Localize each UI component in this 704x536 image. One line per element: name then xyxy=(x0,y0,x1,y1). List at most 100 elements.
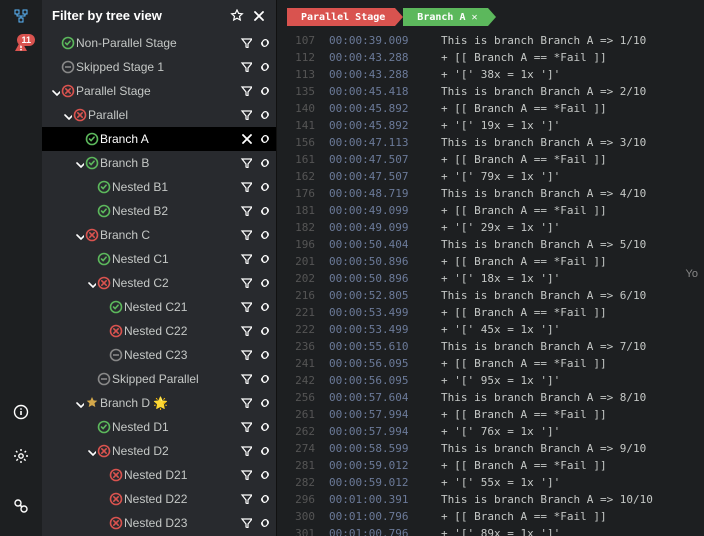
link-icon[interactable] xyxy=(258,204,270,219)
log-panel: Parallel Stage Branch A✕ 10700:00:39.009T… xyxy=(277,0,704,536)
link-icon[interactable] xyxy=(258,132,270,147)
filter-icon[interactable] xyxy=(240,444,252,459)
line-number: 300 xyxy=(287,508,315,525)
tree-body[interactable]: Non-Parallel StageSkipped Stage 1Paralle… xyxy=(42,31,276,536)
filter-icon[interactable] xyxy=(240,516,252,531)
filter-icon[interactable] xyxy=(240,396,252,411)
breadcrumb-segment[interactable]: Parallel Stage xyxy=(287,8,395,26)
link-icon[interactable] xyxy=(258,276,270,291)
tree-row[interactable]: Nested C22 xyxy=(42,319,276,343)
tree-row[interactable]: Nested D2 xyxy=(42,439,276,463)
link-icon[interactable] xyxy=(258,108,270,123)
tree-item-label: Nested D23 xyxy=(124,516,240,530)
tree-row[interactable]: Parallel xyxy=(42,103,276,127)
alerts-icon[interactable]: 11 xyxy=(13,38,29,68)
link-icon[interactable] xyxy=(258,84,270,99)
line-number: 241 xyxy=(287,355,315,372)
filter-icon[interactable] xyxy=(240,420,252,435)
tree-row[interactable]: Branch C xyxy=(42,223,276,247)
chevron-down-icon[interactable] xyxy=(74,158,84,168)
tree-row[interactable]: Nested D23 xyxy=(42,511,276,535)
log-output[interactable]: 10700:00:39.009This is branch Branch A =… xyxy=(287,32,694,536)
link-icon[interactable] xyxy=(258,228,270,243)
link-icon[interactable] xyxy=(258,252,270,267)
line-number: 107 xyxy=(287,32,315,49)
line-number: 301 xyxy=(287,525,315,536)
tree-row[interactable]: Nested D21 xyxy=(42,463,276,487)
filter-icon[interactable] xyxy=(240,36,252,51)
tree-row[interactable]: Skipped Stage 1 xyxy=(42,55,276,79)
filter-icon[interactable] xyxy=(240,60,252,75)
close-icon[interactable] xyxy=(240,132,252,147)
line-number: 274 xyxy=(287,440,315,457)
filter-icon[interactable] xyxy=(240,156,252,171)
filter-icon[interactable] xyxy=(240,204,252,219)
link-icon[interactable] xyxy=(258,60,270,75)
close-icon[interactable]: ✕ xyxy=(471,12,477,23)
filter-icon[interactable] xyxy=(240,180,252,195)
chevron-down-icon[interactable] xyxy=(86,278,96,288)
tree-row[interactable]: Nested C2 xyxy=(42,271,276,295)
link-icon[interactable] xyxy=(258,516,270,531)
gear-icon[interactable] xyxy=(13,448,29,478)
tree-row[interactable]: Nested C21 xyxy=(42,295,276,319)
chevron-down-icon[interactable] xyxy=(74,398,84,408)
log-line: 16100:00:47.507+ [[ Branch A == *Fail ]] xyxy=(287,151,694,168)
log-message: + '[' 45x = 1x ']' xyxy=(441,321,560,338)
link-icon[interactable] xyxy=(258,156,270,171)
log-message: + '[' 76x = 1x ']' xyxy=(441,423,560,440)
status-fail-icon xyxy=(60,84,76,98)
log-message: This is branch Branch A => 1/10 xyxy=(441,32,646,49)
tree-row[interactable]: Nested D1 xyxy=(42,415,276,439)
star-icon[interactable] xyxy=(230,9,244,23)
link-icon[interactable] xyxy=(258,300,270,315)
tree-row[interactable]: Nested D22 xyxy=(42,487,276,511)
tree-row[interactable]: Skipped Parallel xyxy=(42,367,276,391)
link-icon[interactable] xyxy=(258,492,270,507)
link-chain-icon[interactable] xyxy=(13,498,29,528)
tree-row[interactable]: Branch A xyxy=(42,127,276,151)
filter-icon[interactable] xyxy=(240,276,252,291)
link-icon[interactable] xyxy=(258,444,270,459)
tree-row[interactable]: Nested C1 xyxy=(42,247,276,271)
filter-icon[interactable] xyxy=(240,84,252,99)
timestamp: 00:00:43.288 xyxy=(329,49,427,66)
filter-icon[interactable] xyxy=(240,300,252,315)
tree-row[interactable]: Branch B xyxy=(42,151,276,175)
timestamp: 00:00:56.095 xyxy=(329,355,427,372)
filter-icon[interactable] xyxy=(240,492,252,507)
link-icon[interactable] xyxy=(258,348,270,363)
link-icon[interactable] xyxy=(258,180,270,195)
chevron-down-icon[interactable] xyxy=(86,446,96,456)
chevron-down-icon[interactable] xyxy=(62,110,72,120)
breadcrumb-segment[interactable]: Branch A✕ xyxy=(403,8,487,26)
link-icon[interactable] xyxy=(258,324,270,339)
filter-icon[interactable] xyxy=(240,348,252,363)
tree-item-label: Non-Parallel Stage xyxy=(76,36,240,50)
tree-row[interactable]: Nested B1 xyxy=(42,175,276,199)
tree-row[interactable]: Non-Parallel Stage xyxy=(42,31,276,55)
chevron-down-icon[interactable] xyxy=(50,86,60,96)
tree-row[interactable]: Nested B2 xyxy=(42,199,276,223)
filter-icon[interactable] xyxy=(240,228,252,243)
link-icon[interactable] xyxy=(258,468,270,483)
link-icon[interactable] xyxy=(258,36,270,51)
filter-icon[interactable] xyxy=(240,372,252,387)
link-icon[interactable] xyxy=(258,372,270,387)
chevron-down-icon[interactable] xyxy=(74,230,84,240)
filter-icon[interactable] xyxy=(240,324,252,339)
filter-icon[interactable] xyxy=(240,252,252,267)
close-icon[interactable] xyxy=(252,9,266,23)
link-icon[interactable] xyxy=(258,396,270,411)
filter-icon[interactable] xyxy=(240,108,252,123)
tree-item-label: Branch A xyxy=(100,132,240,146)
breadcrumb-label: Parallel Stage xyxy=(301,12,385,23)
filter-icon[interactable] xyxy=(240,468,252,483)
info-icon[interactable] xyxy=(13,404,29,434)
tree-row[interactable]: Nested C23 xyxy=(42,343,276,367)
link-icon[interactable] xyxy=(258,420,270,435)
tree-row[interactable]: Parallel Stage xyxy=(42,79,276,103)
log-line: 20200:00:50.896+ '[' 18x = 1x ']' xyxy=(287,270,694,287)
timestamp: 00:00:49.099 xyxy=(329,219,427,236)
tree-row[interactable]: Branch D 🌟 xyxy=(42,391,276,415)
